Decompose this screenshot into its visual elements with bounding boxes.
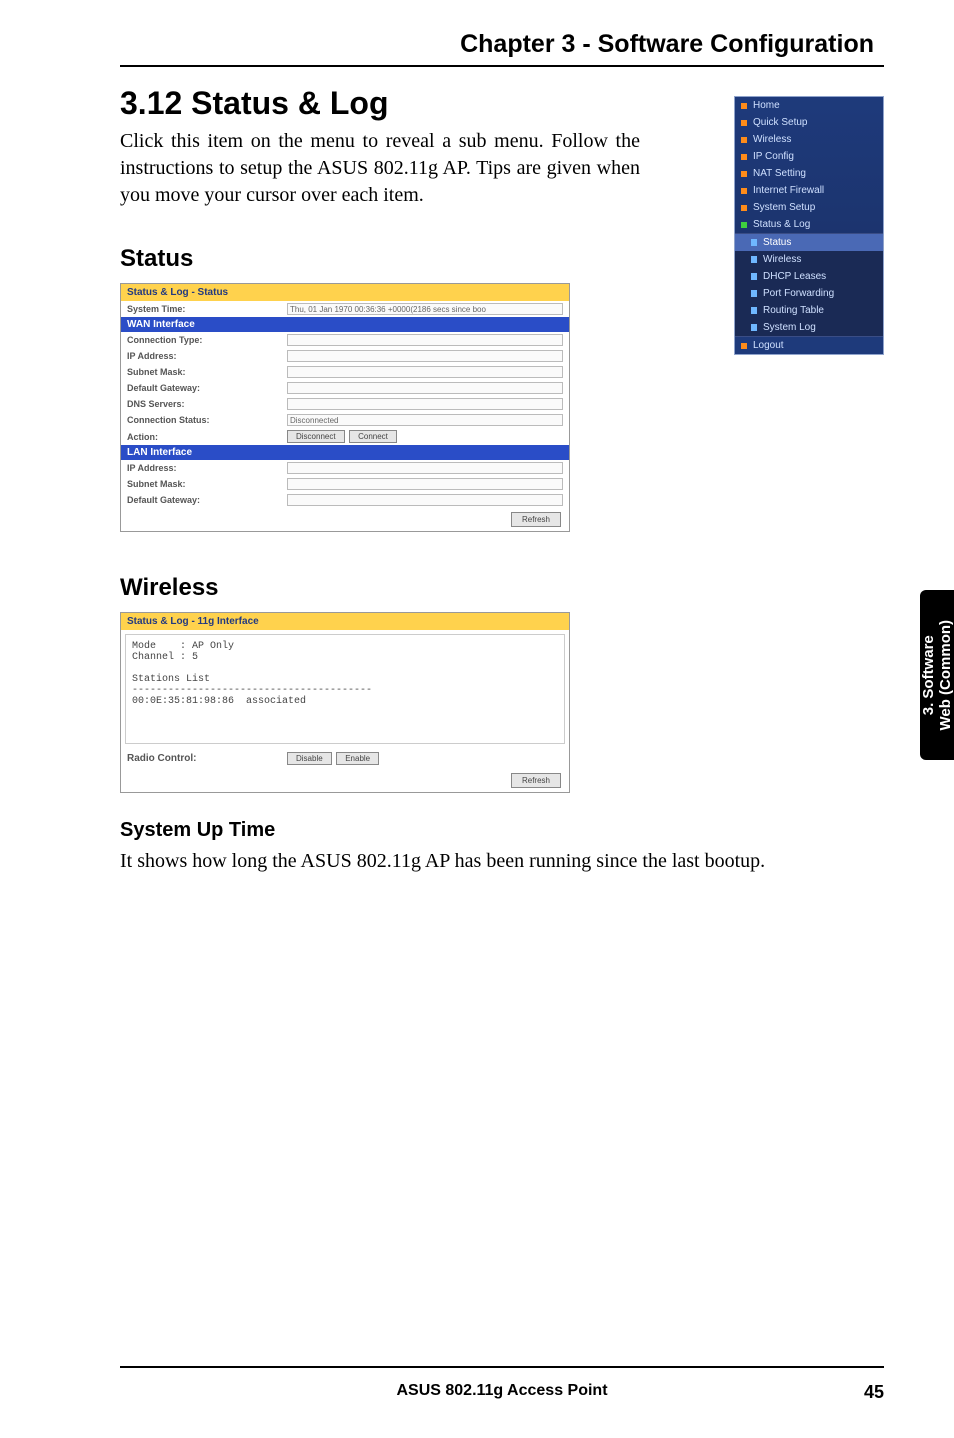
value-subnet-mask-wan: [287, 366, 563, 378]
submenu-dhcp-leases[interactable]: DHCP Leases: [735, 268, 883, 285]
menu-wireless[interactable]: Wireless: [735, 131, 883, 148]
label-subnet-mask-lan: Subnet Mask:: [127, 479, 287, 489]
divider-bottom: [120, 1366, 884, 1368]
wireless-text-area: Mode : AP Only Channel : 5 Stations List…: [125, 634, 565, 744]
menu-quick-setup[interactable]: Quick Setup: [735, 114, 883, 131]
label-action: Action:: [127, 432, 287, 442]
disconnect-button[interactable]: Disconnect: [287, 430, 345, 443]
value-subnet-mask-lan: [287, 478, 563, 490]
menu-status-log[interactable]: Status & Log: [735, 216, 883, 233]
label-default-gateway-wan: Default Gateway:: [127, 383, 287, 393]
value-system-time: Thu, 01 Jan 1970 00:36:36 +0000(2186 sec…: [287, 303, 563, 315]
submenu: Status Wireless DHCP Leases Port Forward…: [735, 233, 883, 337]
value-default-gateway-wan: [287, 382, 563, 394]
wireless-heading: Wireless: [120, 574, 884, 602]
submenu-status[interactable]: Status: [735, 234, 883, 251]
wireless-panel-title: Status & Log - 11g Interface: [121, 613, 569, 630]
menu-logout[interactable]: Logout: [735, 337, 883, 354]
side-tab-line1: 3. Software: [920, 635, 937, 715]
disable-button[interactable]: Disable: [287, 752, 332, 765]
value-connection-type: [287, 334, 563, 346]
footer-page-number: 45: [864, 1382, 884, 1403]
label-connection-type: Connection Type:: [127, 335, 287, 345]
label-ip-address-wan: IP Address:: [127, 351, 287, 361]
menu-ip-config[interactable]: IP Config: [735, 148, 883, 165]
menu-internet-firewall[interactable]: Internet Firewall: [735, 182, 883, 199]
label-radio-control: Radio Control:: [127, 753, 287, 764]
label-subnet-mask-wan: Subnet Mask:: [127, 367, 287, 377]
side-tab: 3. Software Web (Common): [920, 590, 954, 760]
submenu-system-log[interactable]: System Log: [735, 319, 883, 336]
status-panel-footer: Refresh: [121, 508, 569, 531]
status-panel: Status & Log - Status System Time: Thu, …: [120, 283, 570, 532]
row-system-time: System Time: Thu, 01 Jan 1970 00:36:36 +…: [121, 301, 569, 317]
stations-list-label: Stations List: [132, 674, 210, 685]
wireless-refresh-button[interactable]: Refresh: [511, 773, 561, 788]
menu-system-setup[interactable]: System Setup: [735, 199, 883, 216]
label-connection-status: Connection Status:: [127, 415, 287, 425]
wireless-mode-line: Mode : AP Only: [132, 641, 234, 652]
section-lan-interface: LAN Interface: [121, 445, 569, 460]
submenu-wireless[interactable]: Wireless: [735, 251, 883, 268]
submenu-routing-table[interactable]: Routing Table: [735, 302, 883, 319]
value-connection-status: Disconnected: [287, 414, 563, 426]
wireless-panel-footer: Refresh: [121, 769, 569, 792]
divider-top: [120, 65, 884, 67]
value-ip-address-lan: [287, 462, 563, 474]
chapter-title: Chapter 3 - Software Configuration: [120, 30, 884, 59]
intro-paragraph: Click this item on the menu to reveal a …: [120, 128, 640, 209]
wireless-channel-line: Channel : 5: [132, 652, 198, 663]
value-default-gateway-lan: [287, 494, 563, 506]
connect-button[interactable]: Connect: [349, 430, 397, 443]
status-refresh-button[interactable]: Refresh: [511, 512, 561, 527]
enable-button[interactable]: Enable: [336, 752, 379, 765]
menu-home[interactable]: Home: [735, 97, 883, 114]
label-default-gateway-lan: Default Gateway:: [127, 495, 287, 505]
wireless-panel: Status & Log - 11g Interface Mode : AP O…: [120, 612, 570, 793]
stations-list-divider: ----------------------------------------: [132, 685, 372, 696]
section-wan-interface: WAN Interface: [121, 317, 569, 332]
status-panel-title: Status & Log - Status: [121, 284, 569, 301]
system-uptime-heading: System Up Time: [120, 819, 884, 842]
value-ip-address-wan: [287, 350, 563, 362]
footer-product: ASUS 802.11g Access Point: [396, 1382, 607, 1400]
page-footer: ASUS 802.11g Access Point 45: [120, 1382, 884, 1400]
system-uptime-text: It shows how long the ASUS 802.11g AP ha…: [120, 848, 884, 875]
label-dns-servers: DNS Servers:: [127, 399, 287, 409]
submenu-port-forwarding[interactable]: Port Forwarding: [735, 285, 883, 302]
side-tab-line2: Web (Common): [937, 620, 954, 731]
value-dns-servers: [287, 398, 563, 410]
label-ip-address-lan: IP Address:: [127, 463, 287, 473]
label-system-time: System Time:: [127, 304, 287, 314]
sidebar-menu: Home Quick Setup Wireless IP Config NAT …: [734, 96, 884, 355]
menu-nat-setting[interactable]: NAT Setting: [735, 165, 883, 182]
station-entry: 00:0E:35:81:98:86 associated: [132, 696, 306, 707]
